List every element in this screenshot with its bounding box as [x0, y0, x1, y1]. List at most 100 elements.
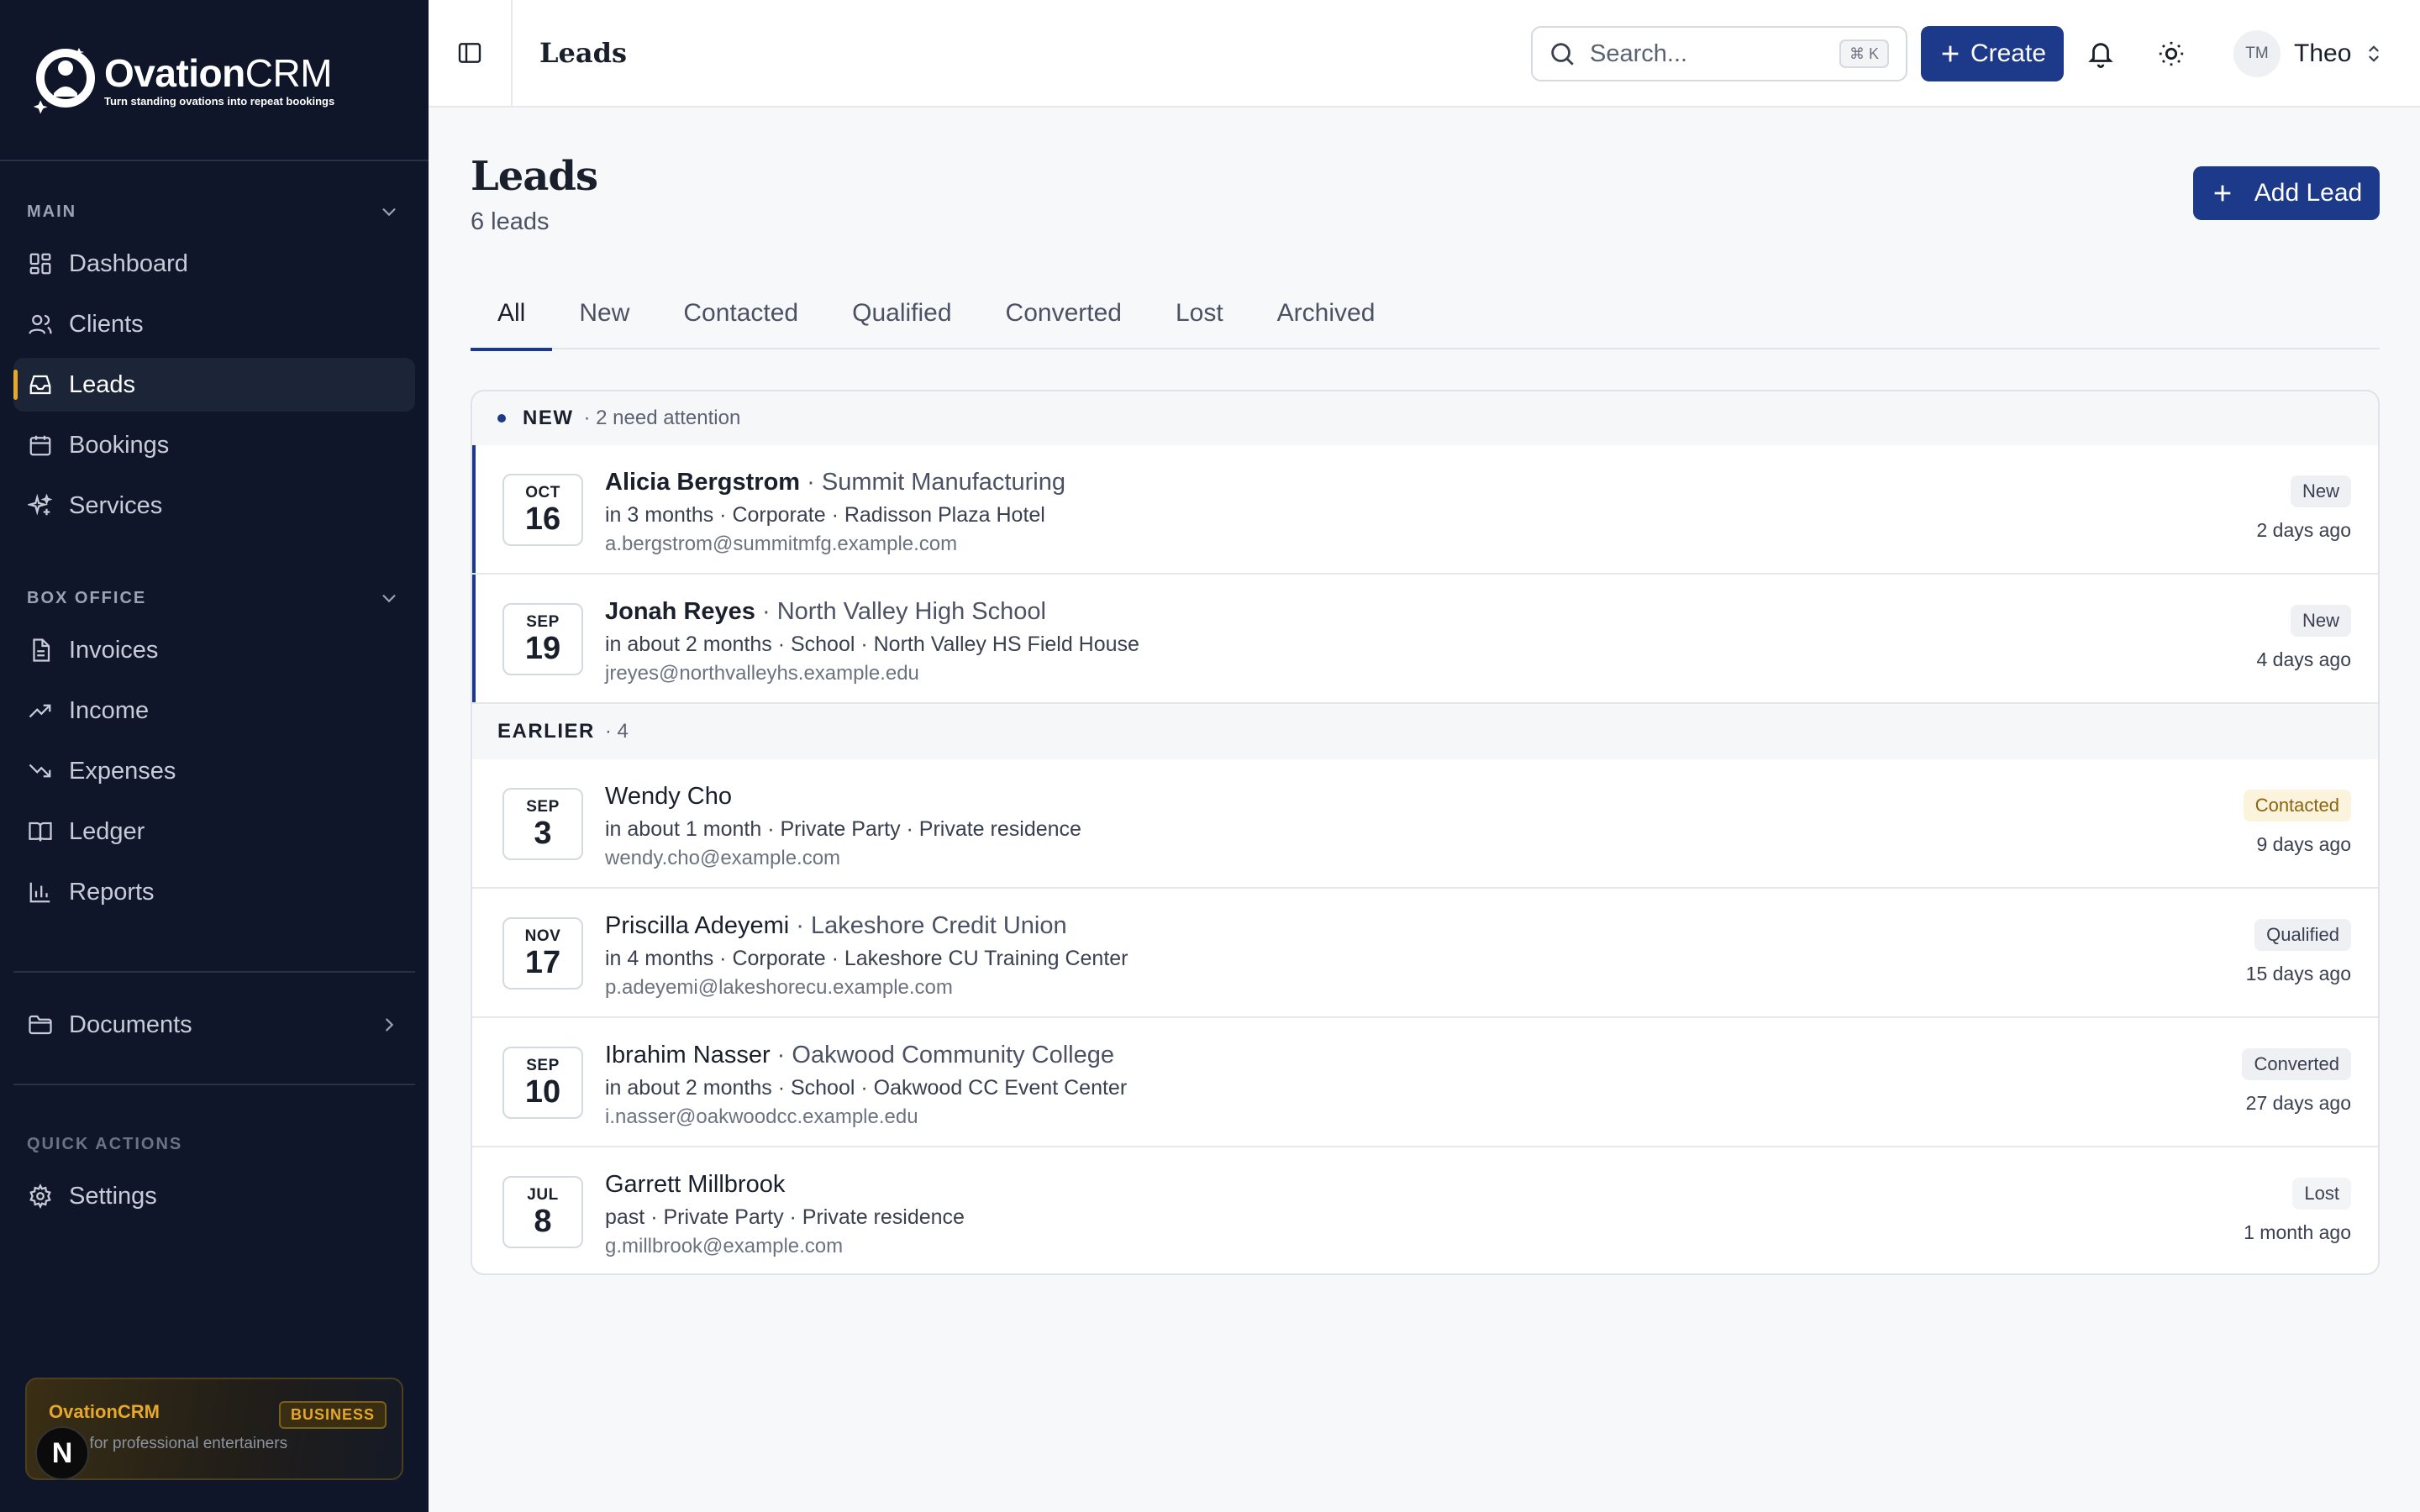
lead-email: p.adeyemi@lakeshorecu.example.com [605, 976, 953, 999]
sidebar-item-reports[interactable]: Reports [13, 865, 415, 919]
lead-details: in about 2 months · School · North Valle… [605, 633, 1139, 656]
lead-email: i.nasser@oakwoodcc.example.edu [605, 1105, 918, 1128]
sidebar-item-invoices[interactable]: Invoices [13, 623, 415, 677]
lead-details: in 4 months · Corporate · Lakeshore CU T… [605, 947, 1128, 970]
date-day: 10 [524, 1074, 561, 1110]
sidebar-item-dashboard[interactable]: Dashboard [13, 237, 415, 291]
status-badge: New [2290, 475, 2351, 507]
sidebar-toggle-button[interactable] [429, 0, 513, 107]
main-content: Leads 6 leads Add Lead All New Contacted… [429, 109, 2420, 1512]
date-month: SEP [526, 1057, 560, 1074]
lead-count: 6 leads [471, 208, 550, 235]
notifications-button[interactable] [2081, 34, 2121, 74]
tab-all[interactable]: All [471, 277, 553, 351]
leads-list: NEW · 2 need attention OCT 16 Alicia Ber… [471, 390, 2380, 1275]
sidebar-item-label: Invoices [69, 636, 159, 664]
status-badge: Lost [2292, 1178, 2351, 1210]
date-month: JUL [527, 1186, 559, 1204]
sidebar-item-label: Documents [69, 1011, 192, 1038]
lead-email: g.millbrook@example.com [605, 1235, 844, 1257]
sidebar-item-clients[interactable]: Clients [13, 297, 415, 351]
lead-organization: · Lakeshore Credit Union [789, 912, 1067, 939]
trend-down-icon [27, 758, 54, 785]
trend-up-icon [27, 697, 54, 724]
brand[interactable]: OvationCRM Turn standing ovations into r… [0, 0, 429, 161]
add-lead-label: Add Lead [2254, 179, 2363, 207]
sidebar-item-label: Expenses [69, 757, 176, 785]
file-icon [27, 637, 54, 664]
search-placeholder: Search... [1590, 39, 1688, 67]
lead-row[interactable]: SEP 10 Ibrahim Nasser · Oakwood Communit… [472, 1018, 2378, 1147]
sidebar-item-income[interactable]: Income [13, 684, 415, 738]
folder-icon [27, 1011, 54, 1038]
sidebar-item-bookings[interactable]: Bookings [13, 418, 415, 472]
plus-icon [2214, 185, 2231, 202]
brand-logo-icon [27, 43, 101, 117]
sun-icon [2159, 41, 2184, 66]
date-badge: SEP 19 [502, 603, 583, 675]
user-menu[interactable]: TM Theo [2233, 27, 2383, 81]
lead-organization: · Oakwood Community College [770, 1042, 1115, 1068]
date-day: 17 [524, 945, 561, 980]
sidebar-item-documents[interactable]: Documents [13, 998, 415, 1052]
page-title: Leads [471, 153, 598, 200]
chevron-down-icon [382, 208, 396, 217]
tab-lost[interactable]: Lost [1149, 277, 1250, 349]
sidebar-item-leads[interactable]: Leads [13, 358, 415, 412]
sidebar: OvationCRM Turn standing ovations into r… [0, 0, 429, 1512]
tab-new[interactable]: New [552, 277, 656, 349]
book-icon [27, 818, 54, 845]
group-label: EARLIER [497, 720, 595, 743]
theme-toggle-button[interactable] [2151, 34, 2191, 74]
dev-tools-badge[interactable]: N [35, 1426, 89, 1480]
lead-organization: · North Valley High School [755, 598, 1046, 625]
lead-details: in about 2 months · School · Oakwood CC … [605, 1076, 1128, 1100]
date-day: 19 [524, 631, 561, 666]
sidebar-item-label: Reports [69, 878, 155, 906]
create-label: Create [1970, 39, 2047, 67]
sidebar-item-expenses[interactable]: Expenses [13, 744, 415, 798]
sidebar-item-services[interactable]: Services [13, 479, 415, 533]
lead-row[interactable]: SEP 3 Wendy Cho in about 1 month · Priva… [472, 759, 2378, 889]
section-box-office-toggle[interactable]: BOX OFFICE [0, 573, 429, 623]
brand-tagline: Turn standing ovations into repeat booki… [104, 94, 335, 108]
lead-row[interactable]: OCT 16 Alicia Bergstrom · Summit Manufac… [472, 445, 2378, 575]
lead-email: a.bergstrom@summitmfg.example.com [605, 533, 958, 555]
create-button[interactable]: Create [1921, 26, 2064, 81]
add-lead-button[interactable]: Add Lead [2193, 166, 2380, 220]
lead-details: in 3 months · Corporate · Radisson Plaza… [605, 503, 1045, 527]
section-main-label: MAIN [27, 202, 77, 221]
tab-qualified[interactable]: Qualified [825, 277, 978, 349]
lead-row[interactable]: NOV 17 Priscilla Adeyemi · Lakeshore Cre… [472, 889, 2378, 1018]
sidebar-item-label: Clients [69, 310, 144, 338]
section-main-toggle[interactable]: MAIN [0, 186, 429, 237]
status-badge: New [2290, 605, 2351, 637]
sidebar-item-settings[interactable]: Settings [13, 1169, 415, 1223]
tab-contacted[interactable]: Contacted [656, 277, 825, 349]
sidebar-item-label: Bookings [69, 431, 170, 459]
section-box-office-label: BOX OFFICE [27, 588, 147, 607]
lead-name: Garrett Millbrook [605, 1171, 786, 1198]
user-name: Theo [2294, 39, 2352, 67]
search-icon [1551, 43, 1574, 66]
tab-converted[interactable]: Converted [979, 277, 1149, 349]
sidebar-item-ledger[interactable]: Ledger [13, 805, 415, 858]
sidebar-item-label: Services [69, 491, 163, 519]
lead-age: 4 days ago [2256, 648, 2351, 670]
sidebar-item-label: Ledger [69, 817, 145, 845]
lead-age: 9 days ago [2256, 833, 2351, 855]
search-shortcut: ⌘ K [1839, 39, 1889, 68]
group-meta: · 4 [604, 720, 629, 743]
tab-archived[interactable]: Archived [1250, 277, 1402, 349]
group-label: NEW [523, 407, 574, 429]
topbar: Leads Search... ⌘ K Create TM Theo [429, 0, 2420, 108]
lead-details: in about 1 month · Private Party · Priva… [605, 817, 1081, 841]
lead-name: Ibrahim Nasser [605, 1042, 771, 1068]
lead-row[interactable]: SEP 19 Jonah Reyes · North Valley High S… [472, 575, 2378, 704]
lead-organization: · Summit Manufacturing [800, 469, 1065, 496]
sparkles-icon [27, 492, 54, 519]
lead-row[interactable]: JUL 8 Garrett Millbrook past · Private P… [472, 1147, 2378, 1273]
date-month: SEP [526, 613, 560, 631]
search-input[interactable]: Search... ⌘ K [1531, 26, 1907, 81]
lead-name: Wendy Cho [605, 783, 732, 810]
